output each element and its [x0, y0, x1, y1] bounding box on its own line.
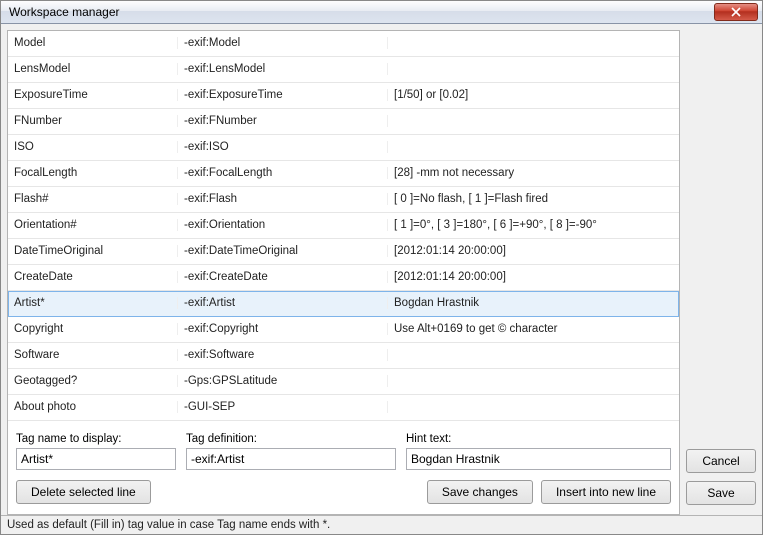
table-row[interactable]: FocalLength-exif:FocalLength[28] -mm not… [8, 161, 679, 187]
table-row[interactable]: About photo-GUI-SEP [8, 395, 679, 421]
cell-name: Copyright [8, 323, 178, 335]
input-hint[interactable] [406, 448, 671, 470]
table-row[interactable]: Model-exif:Model [8, 31, 679, 57]
cell-def: -Gps:GPSLatitude [178, 375, 388, 387]
cell-name: FocalLength [8, 167, 178, 179]
cell-hint: [28] -mm not necessary [388, 167, 679, 179]
label-hint: Hint text: [406, 433, 671, 445]
cell-name: FNumber [8, 115, 178, 127]
cell-def: -exif:DateTimeOriginal [178, 245, 388, 257]
cell-def: -exif:Software [178, 349, 388, 361]
form-group-hint: Hint text: [406, 433, 671, 470]
table-row[interactable]: Copyright-exif:CopyrightUse Alt+0169 to … [8, 317, 679, 343]
cell-name: LensModel [8, 63, 178, 75]
status-bar: Used as default (Fill in) tag value in c… [1, 515, 762, 534]
cell-def: -exif:Artist [178, 297, 388, 309]
cell-hint: [2012:01:14 20:00:00] [388, 271, 679, 283]
close-icon [731, 7, 741, 17]
label-tag-def: Tag definition: [186, 433, 396, 445]
save-button[interactable]: Save [686, 481, 756, 505]
table-row[interactable]: Artist*-exif:ArtistBogdan Hrastnik [8, 291, 679, 317]
table-row[interactable]: ISO-exif:ISO [8, 135, 679, 161]
table-row[interactable]: Orientation#-exif:Orientation[ 1 ]=0°, [… [8, 213, 679, 239]
cell-def: -exif:FNumber [178, 115, 388, 127]
spacer [159, 480, 419, 504]
table-row[interactable]: Flash#-exif:Flash[ 0 ]=No flash, [ 1 ]=F… [8, 187, 679, 213]
cell-def: -exif:Model [178, 37, 388, 49]
cell-name: ISO [8, 141, 178, 153]
input-tag-def[interactable] [186, 448, 396, 470]
button-row: Delete selected line Save changes Insert… [16, 480, 671, 504]
input-tag-name[interactable] [16, 448, 176, 470]
table-row[interactable]: FNumber-exif:FNumber [8, 109, 679, 135]
cell-def: -exif:Copyright [178, 323, 388, 335]
label-tag-name: Tag name to display: [16, 433, 176, 445]
table-row[interactable]: ExposureTime-exif:ExposureTime[1/50] or … [8, 83, 679, 109]
form-group-def: Tag definition: [186, 433, 396, 470]
delete-line-button[interactable]: Delete selected line [16, 480, 151, 504]
cell-def: -exif:ExposureTime [178, 89, 388, 101]
tag-table-wrap: Model-exif:ModelLensModel-exif:LensModel… [8, 31, 679, 421]
cancel-button[interactable]: Cancel [686, 449, 756, 473]
insert-new-line-button[interactable]: Insert into new line [541, 480, 671, 504]
cell-def: -exif:LensModel [178, 63, 388, 75]
right-panel: Cancel Save [686, 30, 756, 515]
table-row[interactable]: DateTimeOriginal-exif:DateTimeOriginal[2… [8, 239, 679, 265]
cell-hint: Bogdan Hrastnik [388, 297, 679, 309]
tag-table[interactable]: Model-exif:ModelLensModel-exif:LensModel… [8, 31, 679, 421]
cell-hint: Use Alt+0169 to get © character [388, 323, 679, 335]
table-row[interactable]: CreateDate-exif:CreateDate[2012:01:14 20… [8, 265, 679, 291]
cell-def: -exif:ISO [178, 141, 388, 153]
cell-name: Model [8, 37, 178, 49]
cell-name: About photo [8, 401, 178, 413]
cell-def: -GUI-SEP [178, 401, 388, 413]
cell-hint: [ 1 ]=0°, [ 3 ]=180°, [ 6 ]=+90°, [ 8 ]=… [388, 219, 679, 231]
cell-hint: [ 0 ]=No flash, [ 1 ]=Flash fired [388, 193, 679, 205]
cell-def: -exif:FocalLength [178, 167, 388, 179]
table-row[interactable]: Geotagged?-Gps:GPSLatitude [8, 369, 679, 395]
cell-hint: [2012:01:14 20:00:00] [388, 245, 679, 257]
cell-name: Geotagged? [8, 375, 178, 387]
cell-def: -exif:Flash [178, 193, 388, 205]
cell-name: DateTimeOriginal [8, 245, 178, 257]
cell-name: Artist* [8, 297, 178, 309]
cell-name: Flash# [8, 193, 178, 205]
cell-def: -exif:Orientation [178, 219, 388, 231]
form-group-name: Tag name to display: [16, 433, 176, 470]
cell-hint: [1/50] or [0.02] [388, 89, 679, 101]
form-row: Tag name to display: Tag definition: Hin… [16, 433, 671, 470]
cell-name: CreateDate [8, 271, 178, 283]
save-changes-button[interactable]: Save changes [427, 480, 533, 504]
titlebar: Workspace manager [1, 1, 762, 24]
form-section: Tag name to display: Tag definition: Hin… [8, 421, 679, 514]
table-row[interactable]: Software-exif:Software [8, 343, 679, 369]
table-row[interactable]: LensModel-exif:LensModel [8, 57, 679, 83]
cell-name: Software [8, 349, 178, 361]
window-title: Workspace manager [9, 5, 714, 19]
content-area: Model-exif:ModelLensModel-exif:LensModel… [1, 24, 762, 515]
window-close-button[interactable] [714, 3, 758, 21]
cell-name: ExposureTime [8, 89, 178, 101]
left-panel: Model-exif:ModelLensModel-exif:LensModel… [7, 30, 680, 515]
cell-name: Orientation# [8, 219, 178, 231]
cell-def: -exif:CreateDate [178, 271, 388, 283]
